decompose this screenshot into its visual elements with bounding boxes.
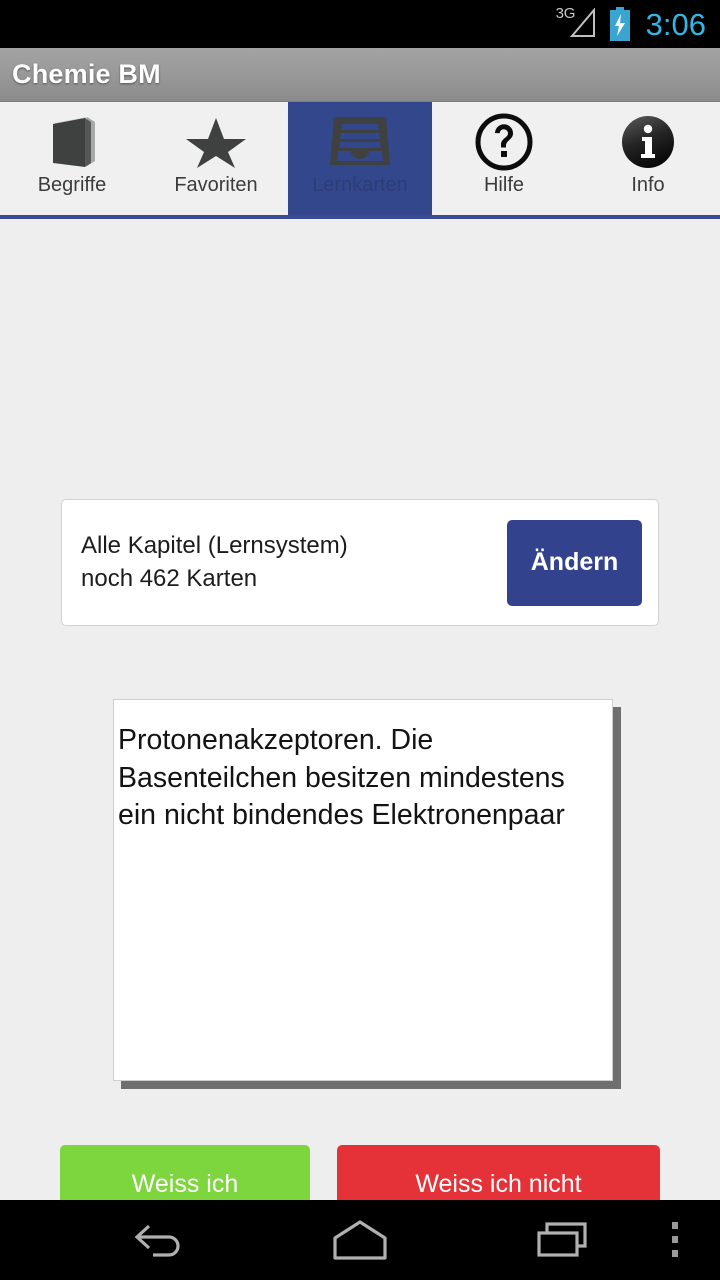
question-mark-circle-icon [473, 111, 535, 173]
tab-hilfe[interactable]: Hilfe [432, 102, 576, 215]
tab-favoriten[interactable]: Favoriten [144, 102, 288, 215]
star-icon [185, 111, 247, 173]
tab-label-info: Info [631, 174, 665, 196]
signal-triangle-icon [569, 8, 595, 37]
info-circle-icon [617, 111, 679, 173]
status-icons: 3G 3:06 [556, 5, 706, 42]
tab-label-favoriten: Favoriten [174, 174, 258, 196]
main-content: Alle Kapitel (Lernsystem) noch 462 Karte… [0, 219, 720, 1223]
android-navigation-bar [0, 1200, 720, 1280]
tab-begriffe[interactable]: Begriffe [0, 102, 144, 215]
app-title-bar: Chemie BM [0, 48, 720, 102]
app-title: Chemie BM [12, 59, 161, 89]
tab-bar: Begriffe Favoriten Lernkarten Hilfe Info [0, 102, 720, 219]
tab-label-lernkarten: Lernkarten [312, 174, 408, 196]
battery-charging-icon [609, 7, 630, 41]
tab-lernkarten[interactable]: Lernkarten [288, 102, 432, 215]
book-icon [41, 111, 103, 173]
android-screen: 3G 3:06 Chemie BM Begriffe Favoriten Ler… [0, 0, 720, 1280]
signal-strength-icon: 3G [556, 5, 598, 41]
chapter-name-label: Alle Kapitel (Lernsystem) [81, 531, 348, 559]
tab-label-hilfe: Hilfe [483, 174, 524, 196]
card-tray-icon [326, 111, 394, 173]
back-arrow-icon[interactable] [110, 1200, 210, 1280]
flashcard-text: Protonenakzeptoren. Die Basenteilchen be… [118, 724, 565, 832]
chapter-selector-card: Alle Kapitel (Lernsystem) noch 462 Karte… [61, 499, 659, 626]
clock-label: 3:06 [645, 6, 706, 42]
home-icon[interactable] [310, 1200, 410, 1280]
remaining-cards-label: noch 462 Karten [81, 564, 258, 592]
tab-info[interactable]: Info [576, 102, 720, 215]
overflow-menu-icon[interactable] [655, 1200, 695, 1280]
status-bar: 3G 3:06 [0, 0, 720, 48]
change-chapter-button[interactable]: Ändern [507, 519, 642, 606]
tab-label-begriffe: Begriffe [37, 174, 107, 196]
flashcard[interactable]: Protonenakzeptoren. Die Basenteilchen be… [113, 699, 613, 1081]
flashcard-container[interactable]: Protonenakzeptoren. Die Basenteilchen be… [113, 699, 621, 1089]
recent-apps-icon[interactable] [512, 1200, 612, 1280]
chapter-info: Alle Kapitel (Lernsystem) noch 462 Karte… [81, 531, 348, 593]
